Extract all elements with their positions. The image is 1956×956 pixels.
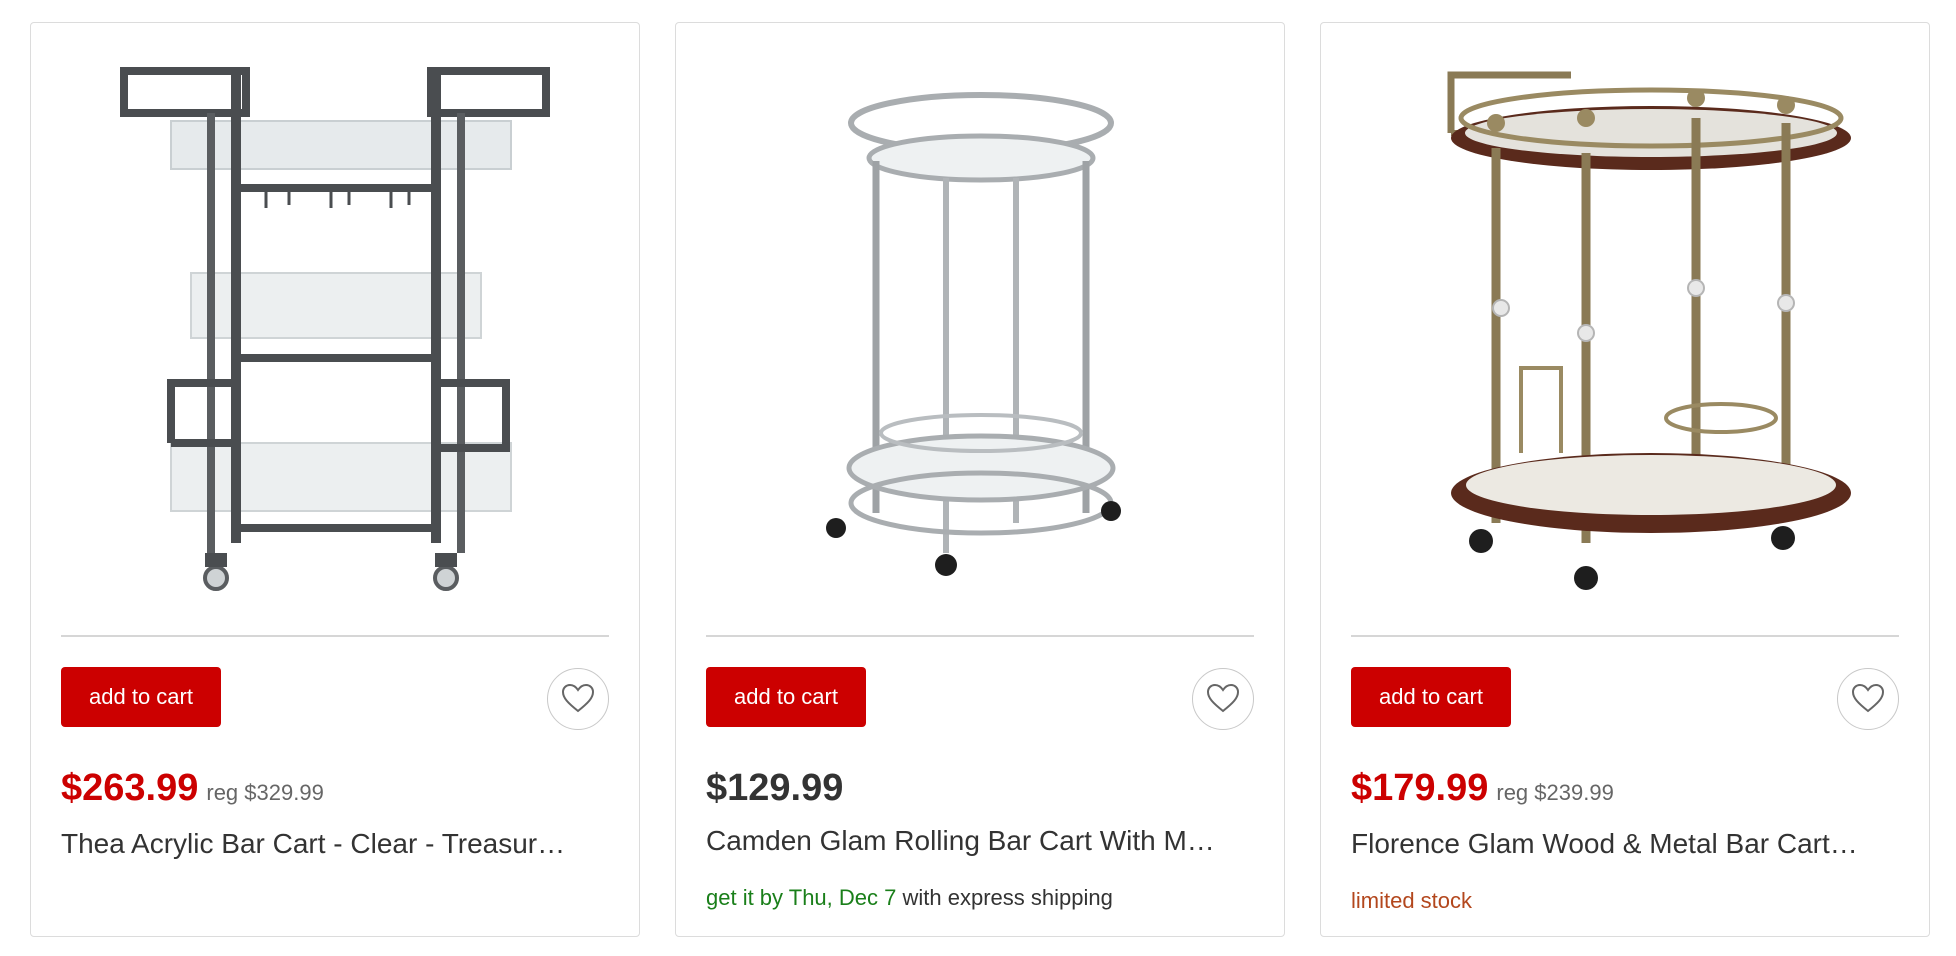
product-card: add to cart $129.99 Camden Glam Rolling …: [675, 22, 1285, 937]
delivery-date: get it by Thu, Dec 7: [706, 885, 897, 910]
regular-price: reg $329.99: [206, 780, 324, 805]
price: $129.99: [706, 767, 844, 809]
product-image[interactable]: [31, 23, 639, 623]
shipping-info: get it by Thu, Dec 7 with express shippi…: [706, 885, 1113, 911]
product-image[interactable]: [676, 23, 1284, 623]
heart-icon: [561, 683, 595, 716]
product-card: add to cart $263.99 reg $329.99 Thea Acry…: [30, 22, 640, 937]
card-divider: [61, 635, 609, 637]
price-row: $263.99 reg $329.99: [61, 767, 324, 810]
product-title[interactable]: Florence Glam Wood & Metal Bar Cart…: [1351, 828, 1899, 860]
price-row: $129.99: [706, 767, 843, 810]
stock-status: limited stock: [1351, 888, 1473, 913]
card-divider: [1351, 635, 1899, 637]
product-image[interactable]: [1321, 23, 1929, 623]
add-to-cart-button[interactable]: add to cart: [1351, 667, 1511, 727]
favorite-button[interactable]: [1192, 668, 1254, 730]
heart-icon: [1851, 683, 1885, 716]
favorite-button[interactable]: [1837, 668, 1899, 730]
heart-icon: [1206, 683, 1240, 716]
price-row: $179.99 reg $239.99: [1351, 767, 1614, 810]
favorite-button[interactable]: [547, 668, 609, 730]
shipping-method: with express shipping: [896, 885, 1113, 910]
sale-price: $263.99: [61, 767, 199, 809]
product-title[interactable]: Camden Glam Rolling Bar Cart With M…: [706, 825, 1254, 857]
add-to-cart-button[interactable]: add to cart: [706, 667, 866, 727]
card-divider: [706, 635, 1254, 637]
sale-price: $179.99: [1351, 767, 1489, 809]
product-title[interactable]: Thea Acrylic Bar Cart - Clear - Treasur…: [61, 828, 609, 860]
add-to-cart-button[interactable]: add to cart: [61, 667, 221, 727]
regular-price: reg $239.99: [1496, 780, 1614, 805]
product-card: add to cart $179.99 reg $239.99 Florence …: [1320, 22, 1930, 937]
